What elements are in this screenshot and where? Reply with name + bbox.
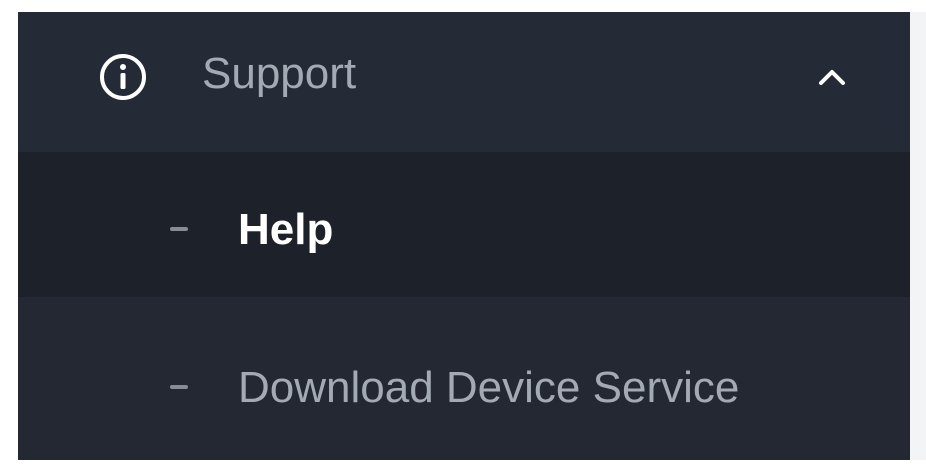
info-circle-icon <box>98 52 148 102</box>
sidebar-group-label: Support <box>202 49 357 98</box>
chevron-up-icon[interactable] <box>815 64 849 90</box>
dash-bullet-icon <box>170 385 188 389</box>
sidebar: Support Help Download Device Service <box>18 12 910 460</box>
sidebar-item-label: Download Device Service <box>238 363 740 412</box>
dash-bullet-icon <box>170 227 188 231</box>
app-frame: Support Help Download Device Service <box>0 0 926 472</box>
content-area-edge <box>910 12 926 460</box>
sidebar-item-download-device-service[interactable]: Download Device Service <box>18 297 910 460</box>
sidebar-group-support[interactable]: Support <box>18 12 910 152</box>
sidebar-item-help[interactable]: Help <box>18 152 910 297</box>
sidebar-item-label: Help <box>238 205 334 254</box>
